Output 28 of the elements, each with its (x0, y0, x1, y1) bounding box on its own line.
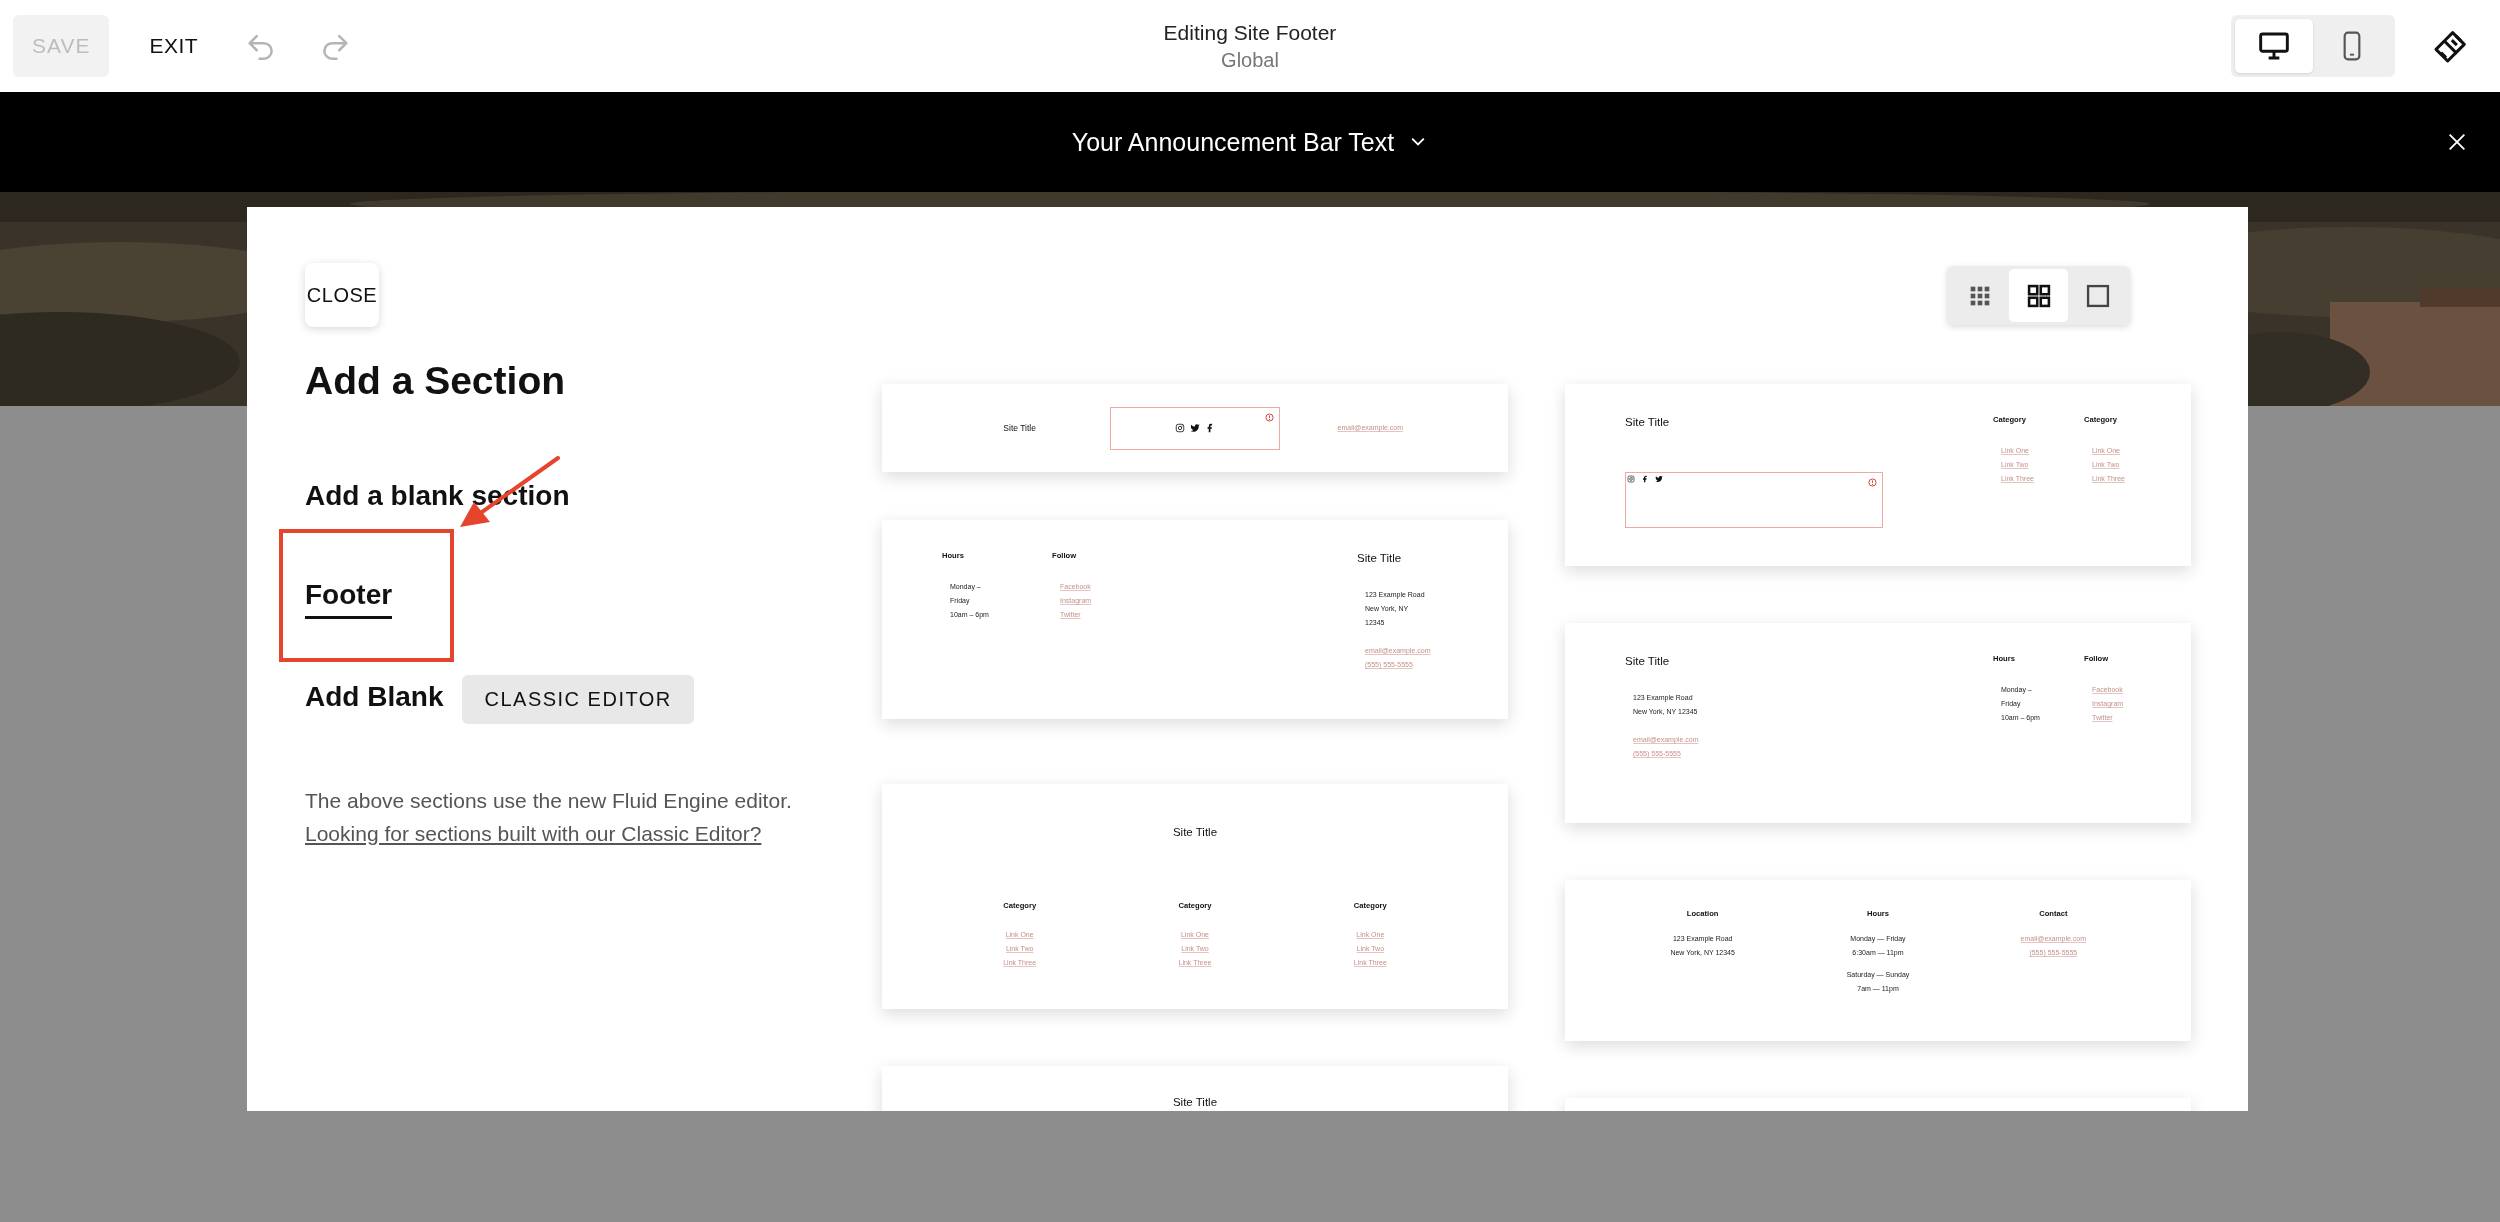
view-toggle[interactable] (2009, 269, 2068, 322)
classic-editor-link[interactable]: Looking for sections built with our Classic Editor? (305, 822, 762, 845)
announcement-text[interactable]: Your Announcement Bar Text (1071, 127, 1395, 157)
close-icon[interactable] (2446, 131, 2468, 153)
camera-icon (1175, 423, 1185, 433)
site-title: Site Title (1357, 551, 1402, 566)
exit-button[interactable]: EXIT (149, 34, 199, 58)
note-text: The above sections use the new Fluid Engine editor. Looking for sections built with our Classic Editor? (305, 788, 793, 847)
classic-editor-button[interactable]: CLASSIC EDITOR (462, 675, 694, 724)
close-button[interactable]: CLOSE (305, 263, 379, 327)
site-title: Site Title (1625, 415, 1670, 430)
bird-icon (1190, 423, 1200, 433)
site-title: Site Title (1172, 1095, 1218, 1110)
letter-f-icon (1205, 423, 1215, 433)
template-card[interactable]: Site Title (882, 1066, 1508, 1111)
editor-subtitle: Global (1221, 48, 1279, 72)
modal-title: Add a Section (305, 358, 566, 404)
site-title: Site Title (1003, 422, 1036, 435)
camera-icon (1627, 475, 1635, 483)
menu-item[interactable]: Footer (305, 576, 393, 619)
site-title: Site Title (1172, 825, 1218, 840)
bird-icon (1655, 475, 1663, 483)
device-toggle[interactable] (2235, 19, 2313, 73)
letter-f-icon (1641, 475, 1649, 483)
menu-item[interactable]: Add Blank (305, 678, 444, 721)
desktop-icon (2258, 30, 2290, 62)
editor-title: Editing Site Footer (1163, 20, 1337, 45)
site-title: Site Title (1625, 654, 1670, 669)
